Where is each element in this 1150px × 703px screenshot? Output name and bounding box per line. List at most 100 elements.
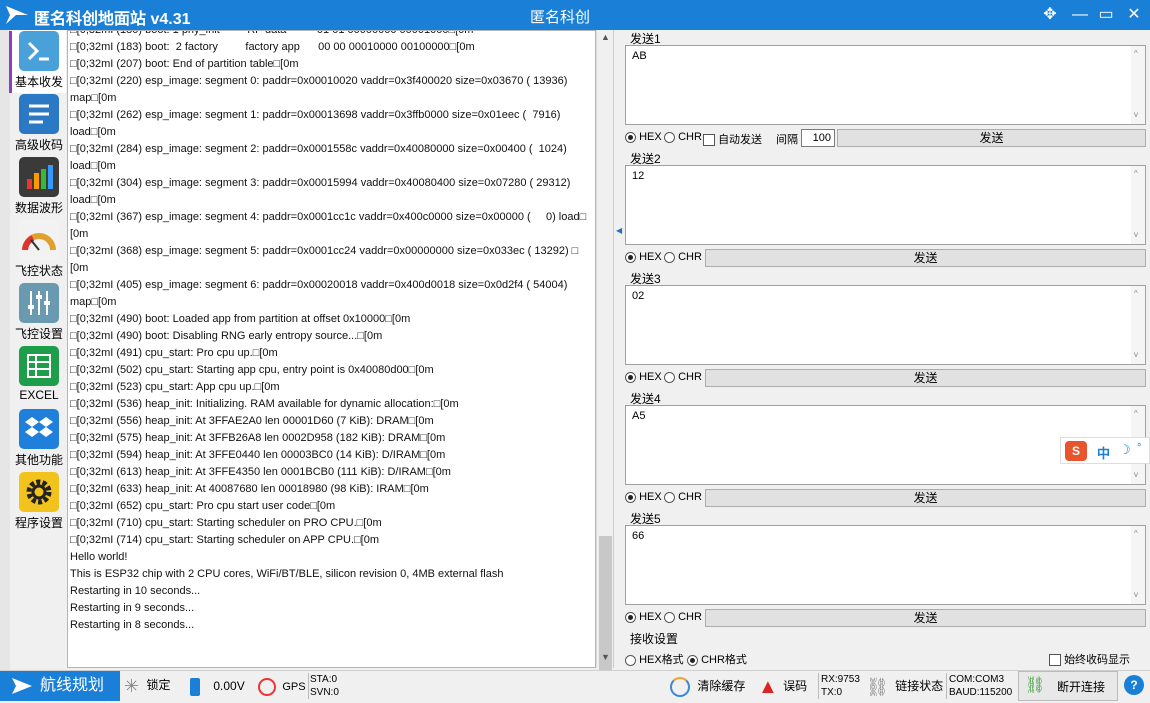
ime-toolbar[interactable]: S 中 ☽ °	[1060, 437, 1150, 464]
send3-scrollbar[interactable]: ^ v	[1131, 286, 1145, 364]
move-icon[interactable]: ✥	[1038, 4, 1062, 26]
receive-line: Restarting in 10 seconds...	[70, 585, 201, 597]
auto-send-checkbox[interactable]: 自动发送	[703, 131, 762, 147]
lock-status: ✳ 锁定	[124, 676, 171, 696]
gauge-icon	[19, 220, 59, 260]
close-button[interactable]: ✕	[1122, 4, 1146, 26]
sidebar-item-settings[interactable]: 飞控设置	[12, 282, 66, 345]
receive-line: map□[0m	[70, 296, 117, 308]
sidebar-item-excel[interactable]: EXCEL	[12, 345, 66, 408]
sidebar-item-label: 飞控设置	[14, 327, 63, 341]
receive-scrollbar[interactable]: ▲ ▼	[596, 30, 614, 682]
recv-hex-radio[interactable]: HEX格式	[625, 651, 684, 667]
send3-input[interactable]: 02 ^ v	[625, 285, 1146, 365]
receive-line: □[0;32mI (594) heap_init: At 3FFE0440 le…	[70, 449, 446, 461]
status-bar: 航线规划 ✳ 锁定 0.00V GPS STA:0 SVN:0 清除缓存 ▲ 误…	[0, 670, 1150, 701]
link-status: ⛓ 链接状态	[866, 676, 944, 697]
send3-hex-radio[interactable]: HEX	[625, 371, 662, 383]
scroll-up-icon[interactable]: ▲	[597, 32, 614, 46]
receive-line: □[0;32mI (180) boot: 1 phy_init RF data …	[70, 30, 474, 36]
receive-line: □[0;32mI (502) cpu_start: Starting app c…	[70, 364, 434, 376]
receive-line: □[0;32mI (183) boot: 2 factory factory a…	[70, 41, 475, 53]
document-icon	[19, 94, 59, 134]
send2-chr-radio[interactable]: CHR	[664, 251, 702, 263]
punctuation-icon[interactable]: °	[1137, 442, 1141, 454]
receive-line: □[0;32mI (536) heap_init: Initializing. …	[70, 398, 459, 410]
help-button[interactable]: ?	[1124, 675, 1144, 695]
send1-input[interactable]: AB ^ v	[625, 45, 1146, 125]
send4-controls: HEX CHR 发送	[625, 489, 1146, 507]
send1-button[interactable]: 发送	[837, 129, 1146, 147]
send3-chr-radio[interactable]: CHR	[664, 371, 702, 383]
send5-hex-radio[interactable]: HEX	[625, 611, 662, 623]
send3-controls: HEX CHR 发送	[625, 369, 1146, 387]
send2-value: 12	[632, 170, 645, 182]
send2-scrollbar[interactable]: ^ v	[1131, 166, 1145, 244]
send5-controls: HEX CHR 发送	[625, 609, 1146, 627]
send2-input[interactable]: 12 ^ v	[625, 165, 1146, 245]
spreadsheet-icon	[19, 346, 59, 386]
sidebar-item-basic[interactable]: 基本收发	[12, 30, 66, 93]
sidebar-item-waveform[interactable]: 数据波形	[12, 156, 66, 219]
receive-line: □[0;32mI (523) cpu_start: App cpu up.□[0…	[70, 381, 280, 393]
sidebar-edge	[0, 30, 10, 670]
title-bar: 匿名科创地面站 v4.31 匿名科创 ✥ — ▭ ✕	[0, 0, 1150, 30]
send5-scrollbar[interactable]: ^ v	[1131, 526, 1145, 604]
send4-hex-radio[interactable]: HEX	[625, 491, 662, 503]
sidebar-item-program[interactable]: 程序设置	[12, 471, 66, 534]
receive-line: □[0;32mI (367) esp_image: segment 4: pad…	[70, 211, 587, 223]
sidebar-item-label: 基本收发	[14, 75, 63, 89]
receive-line: [0m	[70, 228, 89, 240]
ime-mode[interactable]: 中	[1097, 443, 1110, 462]
receive-line: □[0;32mI (207) boot: End of partition ta…	[70, 58, 299, 70]
gear-icon	[19, 472, 59, 512]
maximize-button[interactable]: ▭	[1094, 4, 1118, 26]
receive-lines: □[0;32mI (180) boot: 1 phy_init RF data …	[68, 30, 595, 634]
route-planning-button[interactable]: 航线规划	[0, 671, 120, 701]
receive-line: □[0;32mI (491) cpu_start: Pro cpu up.□[0…	[70, 347, 278, 359]
receive-text-area[interactable]: □[0;32mI (180) boot: 1 phy_init RF data …	[67, 30, 596, 668]
send-arrow-icon	[12, 678, 32, 694]
always-show-checkbox[interactable]: 始终收码显示	[1049, 651, 1130, 667]
receive-line: □[0;32mI (405) esp_image: segment 6: pad…	[70, 279, 568, 291]
send1-scrollbar[interactable]: ^ v	[1131, 46, 1145, 124]
receive-line: □[0;32mI (262) esp_image: segment 1: pad…	[70, 109, 561, 121]
receive-line: Restarting in 9 seconds...	[70, 602, 195, 614]
send5-button[interactable]: 发送	[705, 609, 1146, 627]
receive-line: □[0;32mI (652) cpu_start: Pro cpu start …	[70, 500, 336, 512]
receive-line: □[0;32mI (490) boot: Disabling RNG early…	[70, 330, 383, 342]
disconnect-button[interactable]: ⛓ 断开连接	[1018, 671, 1118, 701]
dropbox-icon	[19, 409, 59, 449]
panel-splitter[interactable]: ◀	[613, 30, 623, 668]
interval-input[interactable]: 100	[801, 129, 835, 147]
warning-icon: ▲	[758, 675, 778, 698]
clear-cache-button[interactable]: 清除缓存	[670, 671, 745, 701]
receive-line: □[0;32mI (220) esp_image: segment 0: pad…	[70, 75, 568, 87]
sidebar-item-other[interactable]: 其他功能	[12, 408, 66, 471]
send2-hex-radio[interactable]: HEX	[625, 251, 662, 263]
minimize-button[interactable]: —	[1068, 4, 1092, 26]
sidebar-item-status[interactable]: 飞控状态	[12, 219, 66, 282]
error-status: ▲ 误码	[758, 675, 808, 698]
scroll-down-icon[interactable]: ▼	[597, 652, 614, 666]
receive-line: [0m	[70, 262, 89, 274]
send4-chr-radio[interactable]: CHR	[664, 491, 702, 503]
send1-hex-radio[interactable]: HEX	[625, 131, 662, 143]
receive-line: □[0;32mI (284) esp_image: segment 2: pad…	[70, 143, 567, 155]
port-info: COM:COM3 BAUD:115200	[946, 673, 1012, 699]
send2-button[interactable]: 发送	[705, 249, 1146, 267]
receive-line: Restarting in 8 seconds...	[70, 619, 195, 631]
interval-label: 间隔	[776, 134, 798, 146]
send5-chr-radio[interactable]: CHR	[664, 611, 702, 623]
send4-button[interactable]: 发送	[705, 489, 1146, 507]
send1-chr-radio[interactable]: CHR	[664, 131, 702, 143]
battery-icon	[190, 677, 200, 696]
collapse-arrow-icon[interactable]: ◀	[616, 226, 622, 235]
send3-button[interactable]: 发送	[705, 369, 1146, 387]
sidebar-item-advanced[interactable]: 高级收码	[12, 93, 66, 156]
recv-chr-radio[interactable]: CHR格式	[687, 651, 747, 667]
receive-line: map□[0m	[70, 92, 117, 104]
send5-input[interactable]: 66 ^ v	[625, 525, 1146, 605]
satellite-counts: STA:0 SVN:0	[308, 673, 339, 699]
moon-icon[interactable]: ☽	[1119, 442, 1131, 458]
